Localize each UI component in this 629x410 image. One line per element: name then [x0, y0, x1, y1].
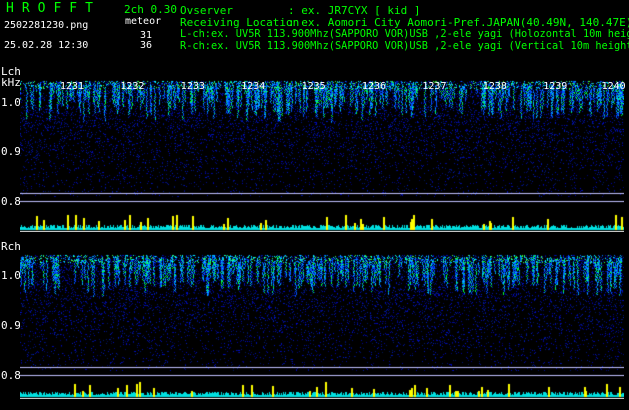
time-marker-1240: 1240: [601, 81, 626, 92]
lch-tick-1.0: 1.0: [1, 96, 21, 109]
mode-label: 2ch 0.30: [124, 3, 177, 16]
rch-tick-0.9: 0.9: [1, 319, 21, 332]
time-marker-1236: 1236: [362, 81, 387, 92]
lch-tick-0.9: 0.9: [1, 145, 21, 158]
time-marker-1239: 1239: [543, 81, 568, 92]
time-marker-1232: 1232: [120, 81, 145, 92]
right-count: 36: [140, 40, 153, 51]
rch-label: Rch: [1, 240, 21, 253]
rch-tick-0.8: 0.8: [1, 369, 21, 382]
time-marker-1235: 1235: [301, 81, 326, 92]
timestamp: 25.02.28 12:30: [4, 40, 89, 51]
observer-value: : ex. JR7CYX [ kid ]: [288, 4, 421, 17]
rch-tick-1.0: 1.0: [1, 269, 21, 282]
rch-info: R-ch:ex. UV5R 113.900Mhz(SAPPORO VOR)USB…: [180, 40, 629, 52]
khz-unit: kHz: [1, 76, 21, 89]
time-marker-1234: 1234: [241, 81, 266, 92]
time-marker-1233: 1233: [180, 81, 205, 92]
time-marker-1231: 1231: [60, 81, 85, 92]
location-label: Receiving Location: [180, 16, 300, 29]
filename: 2502281230.png: [4, 20, 89, 31]
app-title: HROFFT: [6, 1, 101, 16]
lch-info: L-ch:ex. UV5R 113.900Mhz(SAPPORO VOR)USB…: [180, 28, 629, 40]
meteor-label: meteor: [125, 16, 162, 27]
observer-label: Ovserver: [180, 4, 233, 17]
lch-tick-0.8: 0.8: [1, 195, 21, 208]
location-value: : ex. Aomori City Aomori-Pref.JAPAN(40.4…: [288, 16, 629, 29]
lch-spectrogram: [20, 79, 624, 232]
rch-spectrogram: [20, 253, 624, 399]
time-marker-1237: 1237: [422, 81, 447, 92]
time-marker-1238: 1238: [482, 81, 507, 92]
